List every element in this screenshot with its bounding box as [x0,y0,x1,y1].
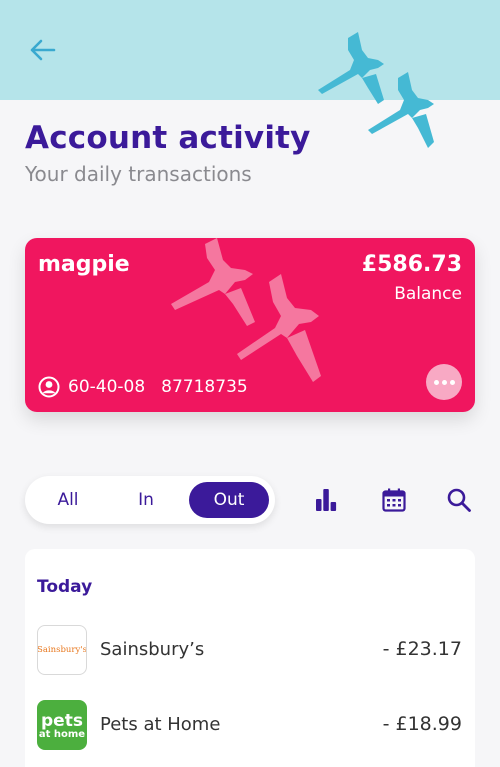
sainsburys-logo-text: Sainsbury's [37,645,87,655]
pets-logo-text: pets [41,710,83,731]
filter-in-tab[interactable]: In [113,482,179,518]
sainsburys-logo: Sainsbury's [37,625,87,675]
calendar-icon [382,488,406,512]
section-heading-today: Today [37,577,93,597]
merchant-name: Pets at Home [100,714,221,735]
page-subtitle: Your daily transactions [25,162,252,186]
magpie-birds-icon [318,32,434,148]
search-button[interactable] [443,484,475,516]
transaction-amount: - £18.99 [382,713,462,735]
account-number: 87718735 [161,377,248,397]
search-icon [447,488,471,512]
account-details: 60-40-08 87718735 [38,376,248,398]
bar-chart-icon [316,489,337,511]
sort-code: 60-40-08 [68,377,146,397]
back-button[interactable] [24,34,60,66]
filter-all-tab[interactable]: All [35,482,101,518]
transaction-row[interactable]: pets at home Pets at Home - £18.99 [25,700,475,750]
stats-button[interactable] [310,484,342,516]
transaction-row[interactable]: Sainsbury's Sainsbury’s - £23.17 [25,625,475,675]
account-card[interactable]: magpie £586.73 Balance 60-40-08 87718735 [25,238,475,412]
user-circle-icon [38,376,60,398]
direction-filter: All In Out [25,476,275,524]
more-dots-icon[interactable] [426,364,462,400]
transaction-amount: - £23.17 [382,638,462,660]
filter-out-tab[interactable]: Out [189,482,269,518]
arrow-left-icon [30,39,56,61]
pets-at-home-logo: pets at home [37,700,87,750]
card-name: magpie [38,252,130,277]
transactions-list: Today Sainsbury's Sainsbury’s - £23.17 p… [25,549,475,767]
balance-label: Balance [394,284,462,304]
at-home-logo-text: at home [38,728,86,740]
calendar-button[interactable] [378,484,410,516]
page-title: Account activity [25,120,311,156]
card-balance: £586.73 [361,252,462,277]
merchant-name: Sainsbury’s [100,639,205,660]
